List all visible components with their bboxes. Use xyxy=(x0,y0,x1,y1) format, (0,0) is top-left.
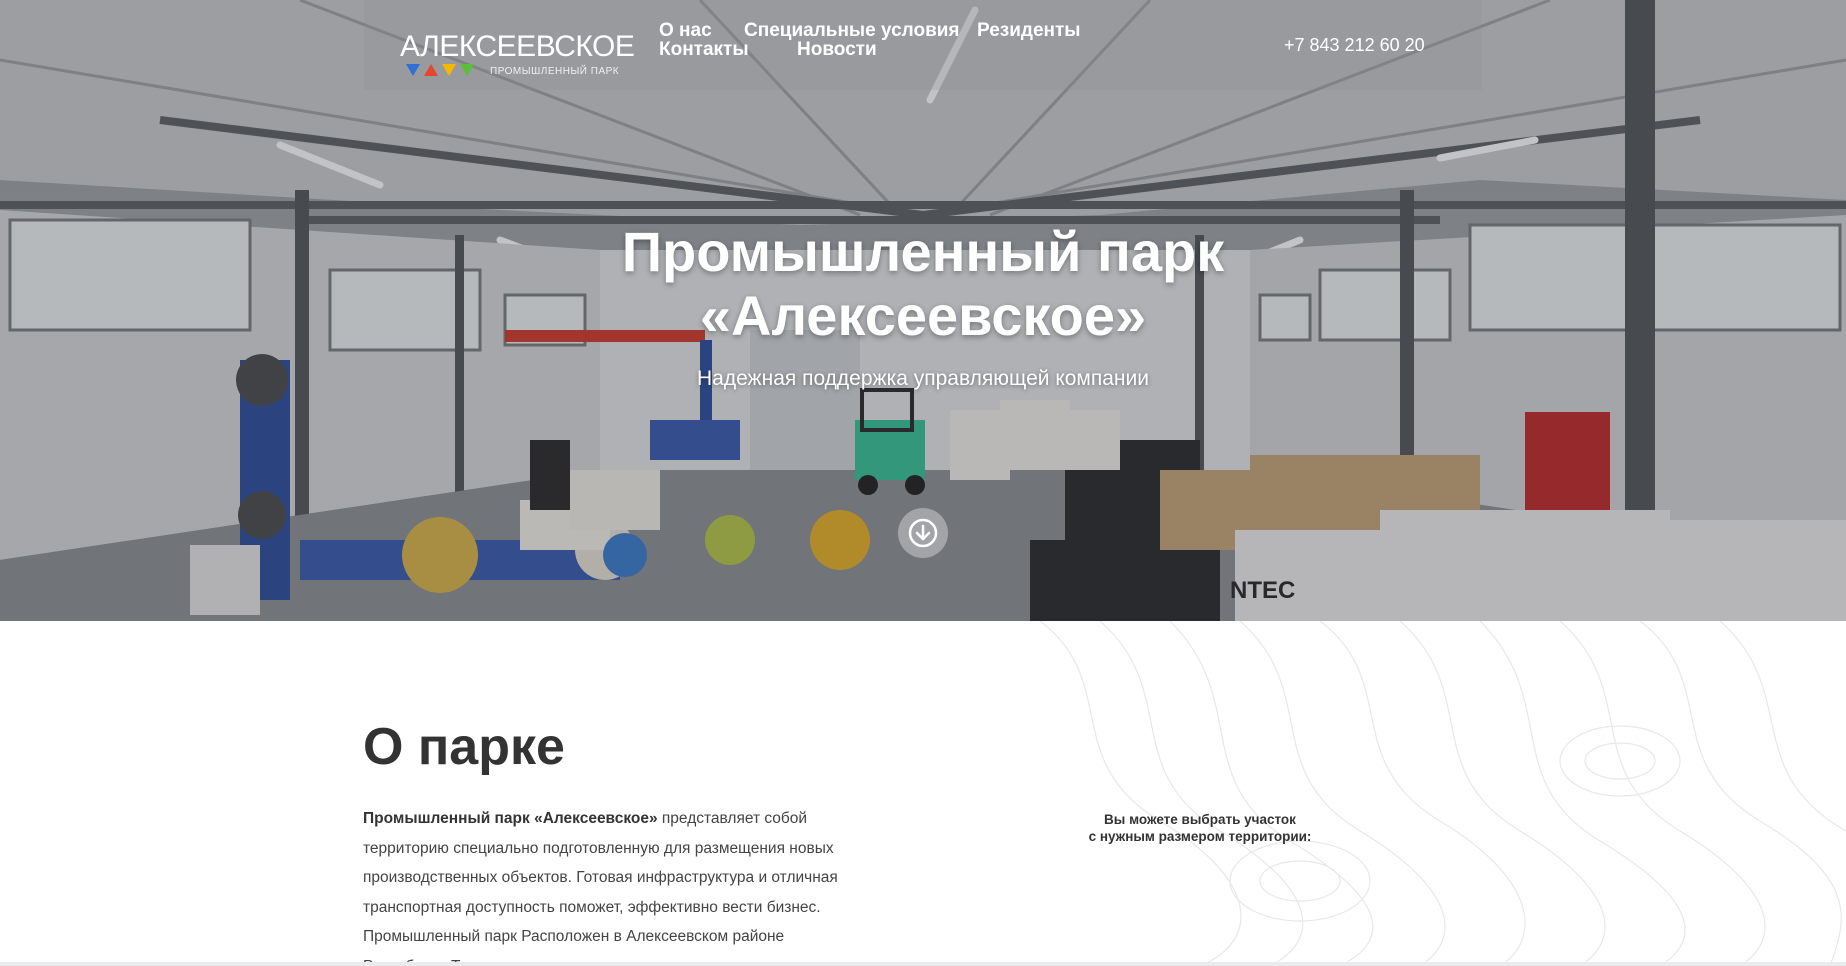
about-description: Промышленный парк «Алексеевское» предста… xyxy=(363,804,843,966)
about-description-bold: Промышленный парк «Алексеевское» xyxy=(363,810,658,827)
about-description-rest: представляет собой территорию специально… xyxy=(363,810,838,966)
logo-wordmark: АЛЕКСЕЕВСКОЕ xyxy=(400,30,635,63)
hero-title: Промышленный парк «Алексеевское» xyxy=(0,220,1846,348)
plot-selection-line2: с нужным размером территории: xyxy=(1088,829,1312,844)
logo-subtitle: ПРОМЫШЛЕННЫЙ ПАРК xyxy=(490,66,620,77)
scroll-down-button[interactable] xyxy=(898,508,948,558)
nav-item-contacts[interactable]: Контакты xyxy=(659,39,749,61)
arrow-down-circle-icon xyxy=(908,518,938,548)
logo[interactable]: АЛЕКСЕЕВСКОЕ ПРОМЫШЛЕННЫЙ ПАРК xyxy=(400,30,636,82)
hero-section: NTEC АЛЕКСЕЕВСКОЕ ПРОМЫШЛЕННЫЙ ПАРК О на… xyxy=(0,0,1846,621)
logo-triangles-icon xyxy=(406,64,474,76)
plot-selection-line1: Вы можете выбрать участок xyxy=(1104,812,1296,827)
phone-link[interactable]: +7 843 212 60 20 xyxy=(1284,35,1425,56)
topographic-pattern xyxy=(1039,621,1846,966)
nav-item-residents[interactable]: Резиденты xyxy=(977,20,1081,42)
about-title: О парке xyxy=(363,718,565,776)
hero-subtitle: Надежная поддержка управляющей компании xyxy=(697,367,1149,390)
about-section: О парке Промышленный парк «Алексеевское»… xyxy=(0,621,1846,966)
hero-title-line2: «Алексеевское» xyxy=(699,284,1147,347)
nav-item-news[interactable]: Новости xyxy=(797,39,877,61)
hero-title-line1: Промышленный парк xyxy=(621,220,1225,283)
plot-selection-caption: Вы можете выбрать участок с нужным разме… xyxy=(1060,811,1340,845)
bottom-border xyxy=(0,962,1846,966)
